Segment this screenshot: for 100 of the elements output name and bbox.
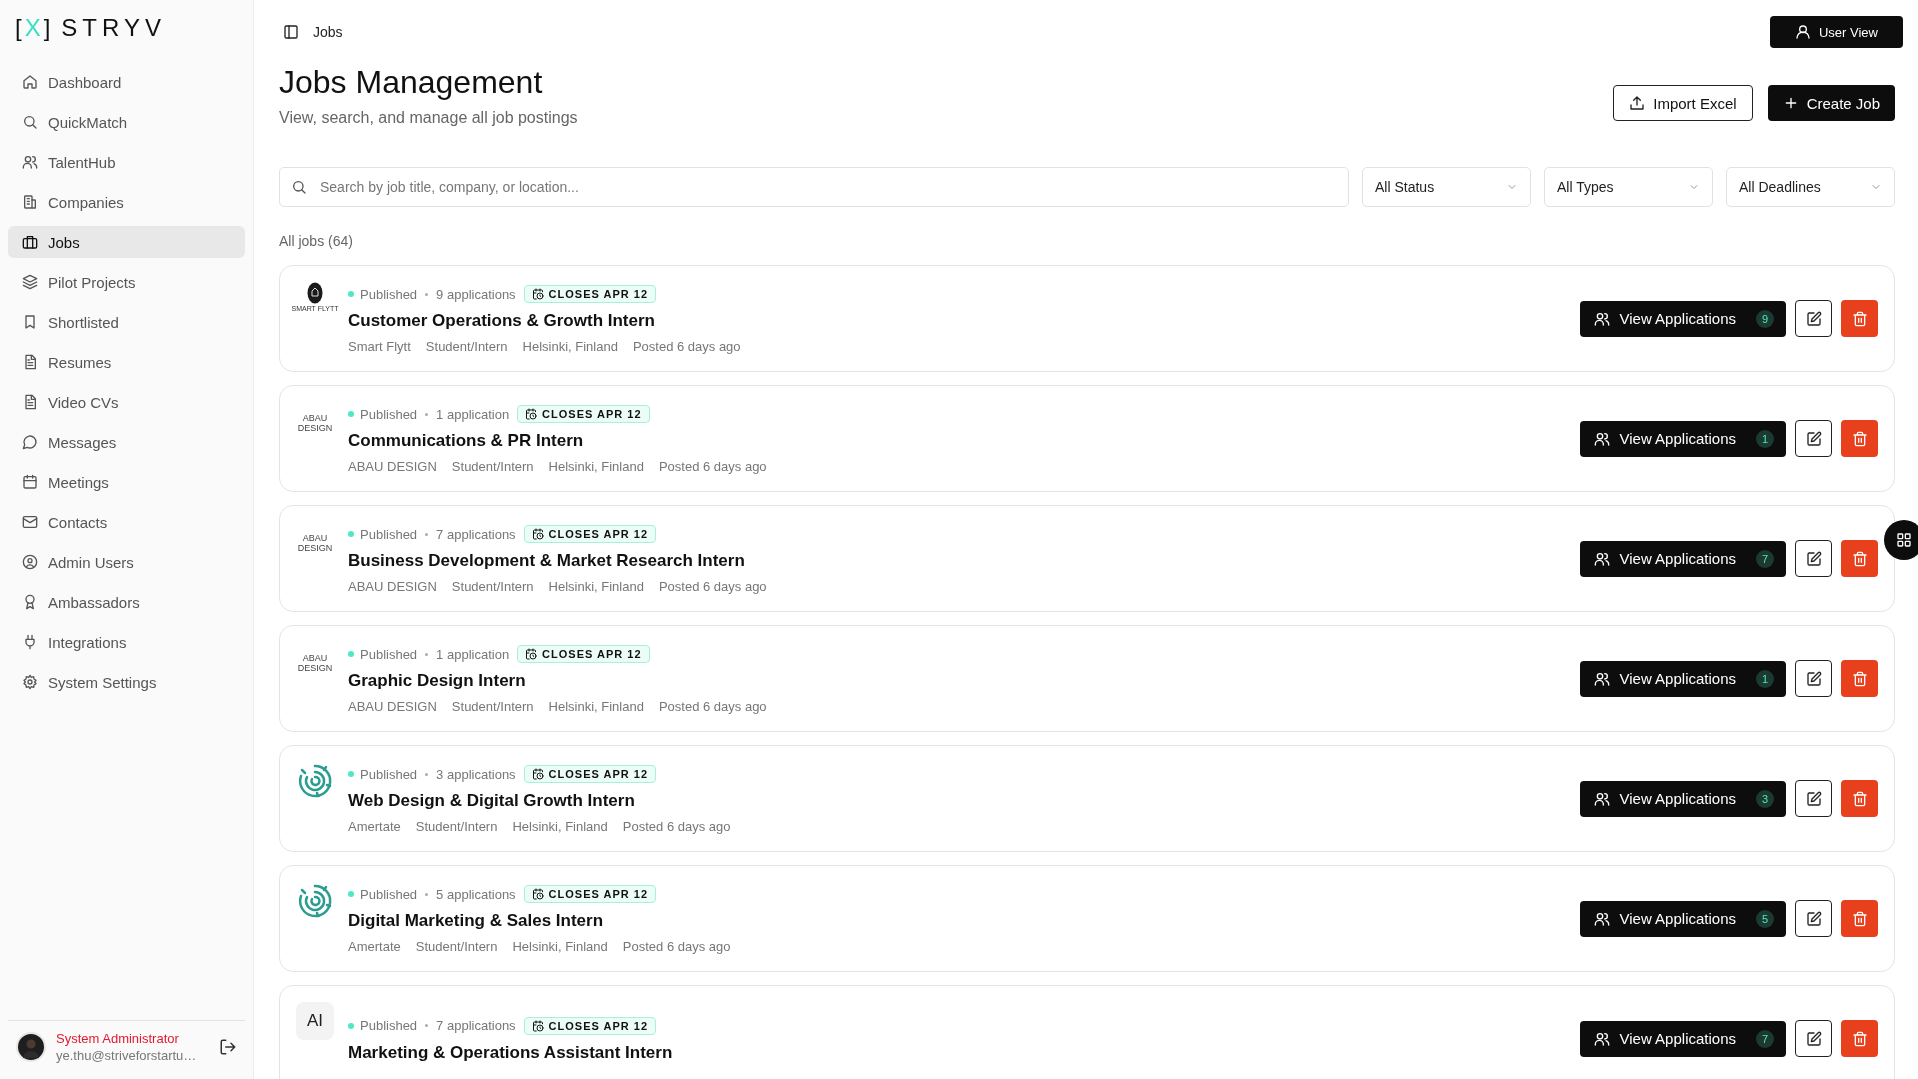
job-title[interactable]: Digital Marketing & Sales Intern bbox=[348, 911, 1580, 931]
view-applications-button[interactable]: View Applications 5 bbox=[1579, 900, 1786, 937]
job-meta: Student/Intern bbox=[451, 699, 534, 714]
sidebar-item[interactable]: Pilot Projects bbox=[8, 266, 245, 298]
import-excel-button[interactable]: Import Excel bbox=[1613, 85, 1753, 121]
trash-icon bbox=[1851, 910, 1868, 927]
job-title[interactable]: Business Development & Market Research Intern bbox=[348, 551, 1580, 571]
status-dot bbox=[348, 291, 354, 297]
edit-button[interactable] bbox=[1795, 1020, 1832, 1057]
sidebar-item[interactable]: Shortlisted bbox=[8, 306, 245, 338]
edit-button[interactable] bbox=[1795, 660, 1832, 697]
edit-button[interactable] bbox=[1795, 540, 1832, 577]
trash-icon bbox=[1851, 670, 1868, 687]
applications-count: 1 application bbox=[436, 406, 510, 422]
sidebar-item[interactable]: Ambassadors bbox=[8, 586, 245, 618]
deadline-badge: CLOSES APR 12 bbox=[523, 885, 656, 903]
company-initials: AI bbox=[296, 1002, 334, 1040]
job-meta: Amertate bbox=[348, 819, 401, 834]
job-title[interactable]: Customer Operations & Growth Intern bbox=[348, 311, 1580, 331]
breadcrumb[interactable]: Jobs bbox=[313, 24, 343, 40]
document-icon bbox=[22, 394, 38, 410]
edit-icon bbox=[1805, 310, 1822, 327]
trash-icon bbox=[1851, 790, 1868, 807]
edit-button[interactable] bbox=[1795, 300, 1832, 337]
calendar-clock-icon bbox=[525, 408, 538, 420]
user-circle-icon bbox=[22, 554, 38, 570]
job-meta: Helsinki, Finland bbox=[548, 459, 644, 474]
building-icon bbox=[22, 194, 38, 210]
delete-button[interactable] bbox=[1841, 660, 1878, 697]
edit-icon bbox=[1805, 790, 1822, 807]
view-applications-button[interactable]: View Applications 1 bbox=[1579, 420, 1786, 457]
filter-dropdown[interactable]: All Deadlines bbox=[1726, 167, 1895, 207]
award-icon bbox=[22, 594, 38, 610]
delete-button[interactable] bbox=[1841, 780, 1878, 817]
sidebar-item[interactable]: Jobs bbox=[8, 226, 245, 258]
job-meta: Posted 6 days ago bbox=[658, 579, 767, 594]
sidebar-item[interactable]: Integrations bbox=[8, 626, 245, 658]
sidebar-item[interactable]: Admin Users bbox=[8, 546, 245, 578]
sidebar-item[interactable]: System Settings bbox=[8, 666, 245, 698]
job-status: Published bbox=[360, 646, 418, 662]
sidebar-item[interactable]: Meetings bbox=[8, 466, 245, 498]
status-dot bbox=[348, 651, 354, 657]
count-badge: 9 bbox=[1756, 309, 1774, 328]
count-badge: 3 bbox=[1756, 789, 1774, 808]
job-title[interactable]: Communications & PR Intern bbox=[348, 431, 1580, 451]
delete-button[interactable] bbox=[1841, 420, 1878, 457]
job-meta: Student/Intern bbox=[451, 459, 534, 474]
delete-button[interactable] bbox=[1841, 300, 1878, 337]
sidebar-item[interactable]: QuickMatch bbox=[8, 106, 245, 138]
count-badge: 1 bbox=[1756, 669, 1774, 688]
edit-button[interactable] bbox=[1795, 900, 1832, 937]
page-title: Jobs Management bbox=[279, 64, 544, 101]
sidebar-item[interactable]: Resumes bbox=[8, 346, 245, 378]
search-field[interactable]: Search by job title, company, or location... bbox=[279, 167, 1349, 207]
apps-grid-button[interactable] bbox=[1884, 520, 1918, 560]
job-meta: Student/Intern bbox=[415, 939, 498, 954]
users-icon bbox=[1593, 670, 1610, 687]
count-badge: 5 bbox=[1756, 909, 1774, 928]
sidebar-item[interactable]: Video CVs bbox=[8, 386, 245, 418]
calendar-icon bbox=[22, 474, 38, 490]
job-title[interactable]: Graphic Design Intern bbox=[348, 671, 1580, 691]
sidebar-item[interactable]: TalentHub bbox=[8, 146, 245, 178]
view-applications-button[interactable]: View Applications 7 bbox=[1579, 1020, 1786, 1057]
sidebar-item[interactable]: Companies bbox=[8, 186, 245, 218]
job-status: Published bbox=[360, 1018, 418, 1033]
job-title[interactable]: Marketing & Operations Assistant Intern bbox=[348, 1042, 1580, 1063]
trash-icon bbox=[1851, 1030, 1868, 1047]
filter-dropdown[interactable]: All Status bbox=[1362, 167, 1531, 207]
view-applications-button[interactable]: View Applications 1 bbox=[1579, 660, 1786, 697]
job-status: Published bbox=[360, 406, 418, 422]
edit-button[interactable] bbox=[1795, 780, 1832, 817]
deadline-badge: CLOSES APR 12 bbox=[517, 405, 650, 423]
delete-button[interactable] bbox=[1841, 1020, 1878, 1057]
deadline-badge: CLOSES APR 12 bbox=[523, 285, 656, 303]
job-title[interactable]: Web Design & Digital Growth Intern bbox=[348, 791, 1580, 811]
edit-button[interactable] bbox=[1795, 420, 1832, 457]
delete-button[interactable] bbox=[1841, 540, 1878, 577]
logout-icon[interactable] bbox=[219, 1038, 237, 1056]
company-logo: ABAU DESIGN bbox=[297, 414, 333, 434]
sidebar-item[interactable]: Contacts bbox=[8, 506, 245, 538]
job-meta: ABAU DESIGN bbox=[348, 579, 437, 594]
view-applications-button[interactable]: View Applications 7 bbox=[1579, 540, 1786, 577]
sidebar-item[interactable]: Messages bbox=[8, 426, 245, 458]
calendar-clock-icon bbox=[531, 888, 544, 900]
job-meta: Posted 6 days ago bbox=[622, 939, 731, 954]
delete-button[interactable] bbox=[1841, 900, 1878, 937]
view-applications-button[interactable]: View Applications 3 bbox=[1579, 780, 1786, 817]
edit-icon bbox=[1805, 430, 1822, 447]
sidebar-toggle-icon[interactable] bbox=[283, 24, 299, 40]
users-icon bbox=[1593, 430, 1610, 447]
filter-dropdown[interactable]: All Types bbox=[1544, 167, 1713, 207]
trash-icon bbox=[1851, 310, 1868, 327]
sidebar-item[interactable]: Dashboard bbox=[8, 66, 245, 98]
job-meta: Posted 6 days ago bbox=[622, 819, 731, 834]
create-job-button[interactable]: Create Job bbox=[1767, 85, 1895, 121]
count-badge: 7 bbox=[1756, 549, 1774, 568]
user-view-button[interactable]: User View bbox=[1770, 16, 1903, 48]
view-applications-button[interactable]: View Applications 9 bbox=[1579, 300, 1786, 337]
briefcase-icon bbox=[22, 234, 38, 250]
applications-count: 9 applications bbox=[436, 286, 516, 302]
